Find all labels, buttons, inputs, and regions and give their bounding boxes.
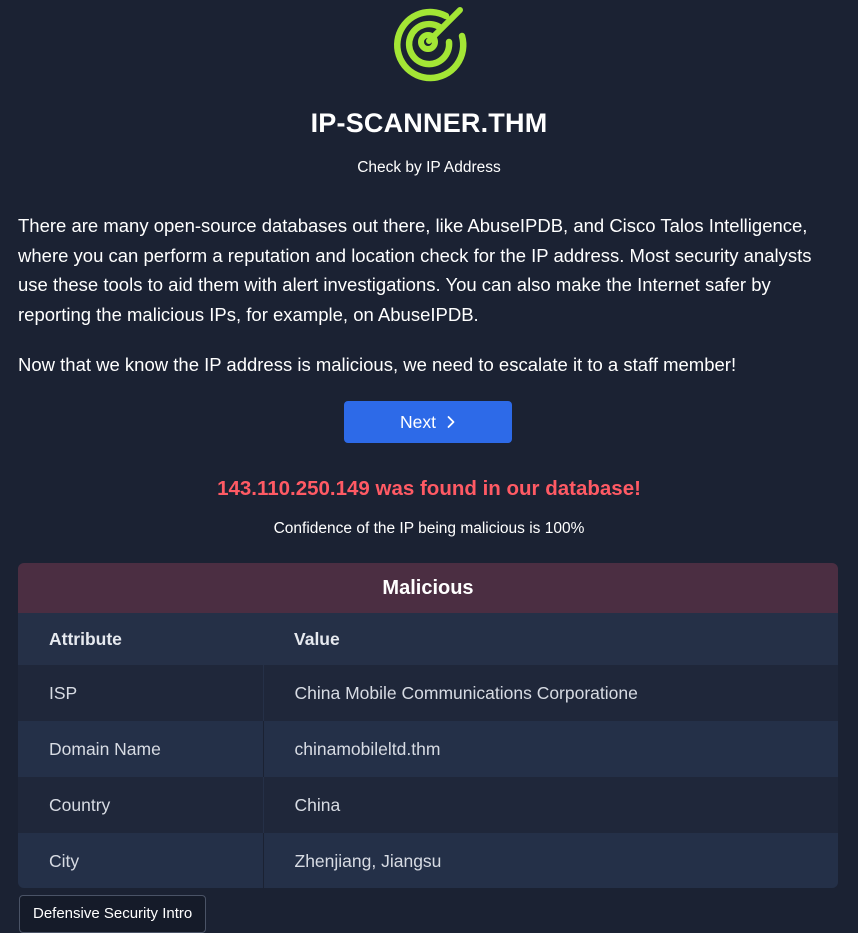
- attribute-cell: Domain Name: [18, 721, 264, 777]
- room-tab[interactable]: Defensive Security Intro: [19, 895, 207, 933]
- page-title: IP-SCANNER.THM: [310, 108, 548, 138]
- table-header-row: Attribute Value: [18, 613, 838, 665]
- table-row: Domain Name chinamobileltd.thm: [18, 721, 838, 777]
- attribute-cell: Country: [18, 777, 264, 833]
- page-subtitle: Check by IP Address: [357, 159, 501, 176]
- column-header-value: Value: [263, 613, 838, 665]
- value-cell: China Mobile Communications Corporatione: [263, 665, 838, 721]
- attribute-cell: ISP: [18, 665, 264, 721]
- table-row: City Zhenjiang, Jiangsu: [18, 833, 838, 888]
- value-cell: chinamobileltd.thm: [263, 721, 838, 777]
- confidence-text: Confidence of the IP being malicious is …: [273, 520, 585, 537]
- table-row: ISP China Mobile Communications Corporat…: [18, 665, 838, 721]
- ip-found-alert: 143.110.250.149 was found in our databas…: [217, 477, 641, 500]
- chevron-right-icon: [447, 416, 455, 428]
- table-row: Country China: [18, 777, 838, 833]
- attribute-cell: City: [18, 833, 264, 888]
- value-cell: Zhenjiang, Jiangsu: [263, 833, 838, 888]
- column-header-attribute: Attribute: [18, 613, 263, 665]
- intro-paragraph: There are many open-source databases out…: [18, 215, 812, 325]
- ip-details-panel: Malicious Attribute Value ISP China Mobi…: [18, 563, 838, 888]
- value-cell: China: [263, 777, 838, 833]
- next-button-label: Next: [400, 411, 436, 432]
- next-button[interactable]: Next: [344, 401, 512, 443]
- ip-attributes-table: Attribute Value ISP China Mobile Communi…: [18, 613, 838, 888]
- verdict-header: Malicious: [18, 563, 838, 613]
- target-radar-icon: [394, 7, 467, 82]
- escalate-paragraph: Now that we know the IP address is malic…: [18, 354, 737, 375]
